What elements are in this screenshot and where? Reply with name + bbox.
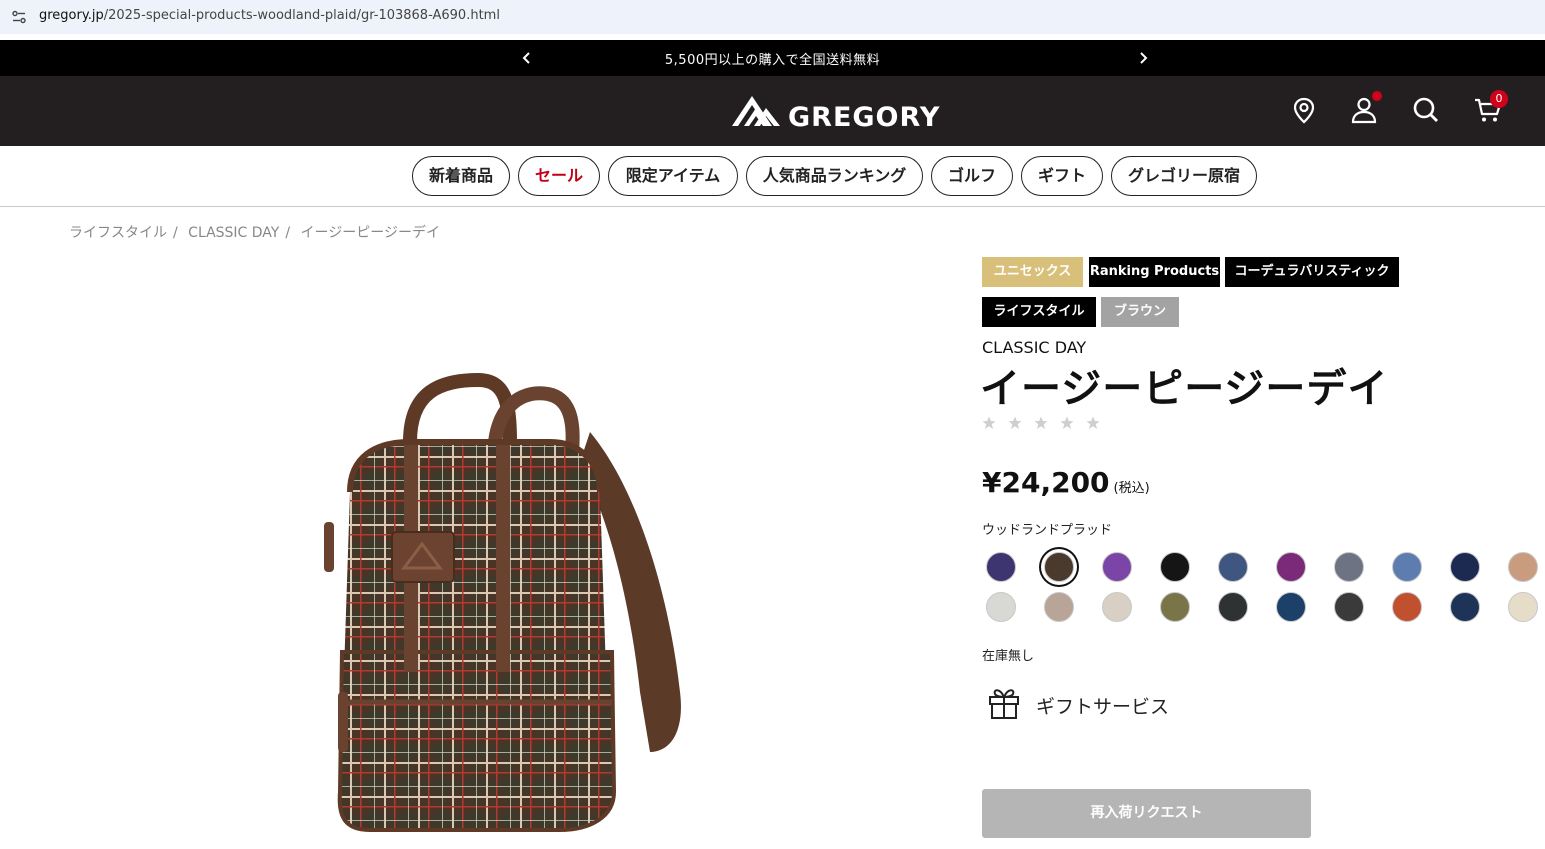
gregory-logo[interactable]: GREGORY — [730, 92, 940, 130]
color-swatch[interactable] — [1160, 552, 1190, 582]
color-swatch[interactable] — [1334, 592, 1364, 622]
tag-cordura[interactable]: コーデュラバリスティック — [1225, 257, 1399, 287]
store-locator-icon[interactable] — [1289, 95, 1319, 125]
tag-lifestyle[interactable]: ライフスタイル — [982, 297, 1096, 327]
product-collection: CLASSIC DAY — [982, 338, 1087, 357]
color-swatch[interactable] — [1508, 592, 1538, 622]
url-host: gregory.jp — [39, 8, 104, 23]
tag-brown[interactable]: ブラウン — [1101, 297, 1179, 327]
star-icon — [982, 416, 996, 429]
gift-icon — [989, 689, 1019, 719]
color-swatch[interactable] — [1044, 592, 1074, 622]
star-icon — [1034, 416, 1048, 429]
tag-ranking-products[interactable]: Ranking Products — [1089, 257, 1220, 287]
product-title: イージーピージーデイ — [980, 366, 1389, 412]
site-header: GREGORY 0 — [0, 76, 1545, 146]
breadcrumb-item[interactable]: ライフスタイル — [69, 225, 167, 241]
svg-text:GREGORY: GREGORY — [788, 102, 940, 130]
breadcrumb-item[interactable]: CLASSIC DAY — [188, 225, 279, 241]
restock-request-button[interactable]: 再入荷リクエスト — [982, 789, 1311, 838]
url-text[interactable]: gregory.jp/2025-special-products-woodlan… — [39, 8, 500, 23]
category-nav: 新着商品 セール 限定アイテム 人気商品ランキング ゴルフ ギフト グレゴリー原… — [0, 146, 1545, 207]
color-swatch[interactable] — [1218, 592, 1248, 622]
star-icon — [1060, 416, 1074, 429]
chevron-right-icon — [1140, 52, 1148, 64]
nav-limited-items[interactable]: 限定アイテム — [608, 156, 738, 196]
tag-unisex[interactable]: ユニセックス — [982, 257, 1083, 287]
selected-color-name: ウッドランドプラッド — [982, 523, 1113, 538]
promo-bar: 5,500円以上の購入で全国送料無料 — [0, 40, 1545, 76]
price-tax-note: (税込) — [1113, 481, 1150, 496]
nav-harajuku[interactable]: グレゴリー原宿 — [1111, 156, 1257, 196]
price-amount: ¥24,200 — [982, 466, 1110, 499]
cart-count-badge: 0 — [1490, 90, 1508, 108]
color-swatch[interactable] — [1334, 552, 1364, 582]
color-swatch[interactable] — [1218, 552, 1248, 582]
mountain-logo-icon — [732, 96, 780, 126]
breadcrumb-current: イージーピージーデイ — [300, 225, 440, 241]
nav-gift[interactable]: ギフト — [1021, 156, 1103, 196]
account-notification-dot — [1372, 91, 1382, 101]
color-swatch[interactable] — [1392, 592, 1422, 622]
promo-message[interactable]: 5,500円以上の購入で全国送料無料 — [0, 49, 1545, 68]
nav-sale[interactable]: セール — [518, 156, 600, 196]
promo-next-button[interactable] — [1135, 48, 1151, 68]
color-swatch[interactable] — [1392, 552, 1422, 582]
nav-golf[interactable]: ゴルフ — [931, 156, 1013, 196]
star-icon — [1086, 416, 1100, 429]
color-swatch[interactable] — [986, 552, 1016, 582]
breadcrumb-separator: / — [285, 225, 291, 241]
color-swatch[interactable] — [1276, 592, 1306, 622]
color-swatch[interactable] — [986, 592, 1016, 622]
stock-status: 在庫無し — [982, 649, 1035, 664]
color-swatch[interactable] — [1102, 552, 1132, 582]
color-swatch[interactable] — [1450, 552, 1480, 582]
product-price: ¥24,200 (税込) — [982, 466, 1150, 499]
color-swatch[interactable] — [1102, 592, 1132, 622]
breadcrumb-separator: / — [173, 225, 178, 241]
browser-address-bar[interactable]: gregory.jp/2025-special-products-woodlan… — [0, 0, 1545, 34]
gift-service-label: ギフトサービス — [1036, 696, 1170, 718]
star-icon — [1008, 416, 1022, 429]
nav-new-arrivals[interactable]: 新着商品 — [412, 156, 510, 196]
site-settings-icon[interactable] — [11, 9, 27, 25]
rating-stars[interactable] — [982, 415, 1107, 431]
breadcrumb: ライフスタイル / CLASSIC DAY / イージーピージーデイ — [69, 222, 440, 242]
color-swatch[interactable] — [1276, 552, 1306, 582]
color-swatch[interactable] — [1160, 592, 1190, 622]
color-swatch[interactable] — [1508, 552, 1538, 582]
search-icon[interactable] — [1411, 95, 1441, 125]
url-path: /2025-special-products-woodland-plaid/gr… — [103, 8, 500, 23]
nav-ranking[interactable]: 人気商品ランキング — [746, 156, 923, 196]
color-swatch[interactable] — [1044, 552, 1074, 582]
color-swatch[interactable] — [1450, 592, 1480, 622]
product-image[interactable] — [300, 372, 720, 849]
